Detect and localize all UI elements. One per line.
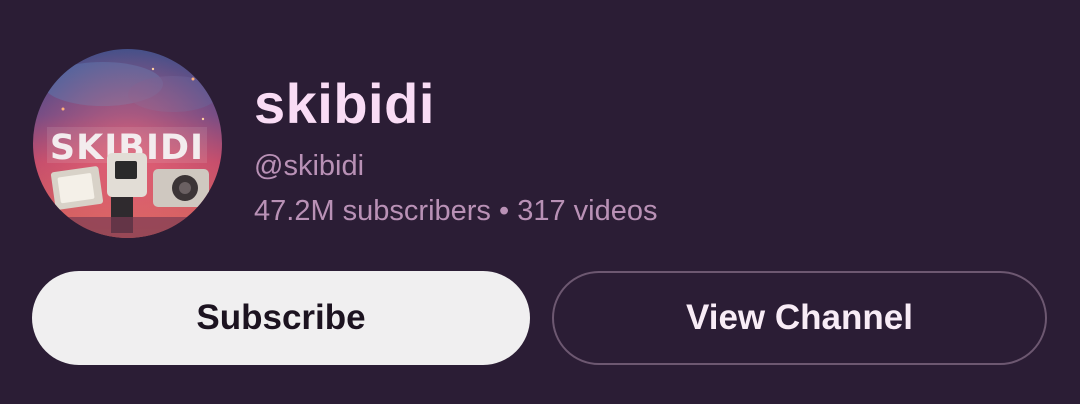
channel-info: skibidi @skibidi 47.2M subscribers • 317…: [254, 68, 657, 231]
view-channel-button[interactable]: View Channel: [552, 271, 1047, 365]
subscribe-button[interactable]: Subscribe: [32, 271, 530, 365]
channel-card: SKIBIDI skibidi @skibidi 47.2M subscribe…: [0, 0, 1080, 404]
channel-avatar[interactable]: SKIBIDI: [33, 49, 222, 238]
view-channel-button-label: View Channel: [686, 298, 913, 337]
channel-name[interactable]: skibidi: [254, 68, 657, 140]
avatar-image: SKIBIDI: [33, 49, 222, 238]
channel-stats: 47.2M subscribers • 317 videos: [254, 195, 658, 227]
channel-handle: @skibidi: [254, 150, 365, 182]
subscribe-button-label: Subscribe: [196, 298, 366, 337]
